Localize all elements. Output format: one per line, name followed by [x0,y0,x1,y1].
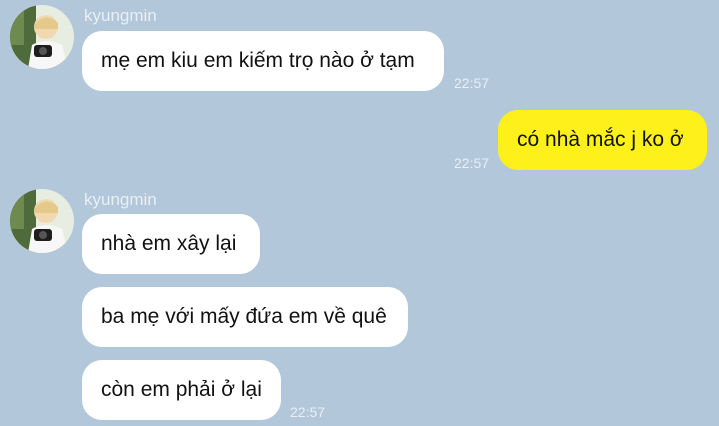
chat-window: kyungmin mẹ em kiu em kiếm trọ nào ở tạm… [0,0,719,426]
sender-avatar[interactable] [10,189,74,253]
message-text: còn em phải ở lại [101,378,262,401]
message-bubble[interactable]: nhà em xây lại [82,214,260,274]
sender-avatar[interactable] [10,5,74,69]
message-text: ba mẹ với mấy đứa em về quê [101,305,387,328]
sender-name: kyungmin [84,6,157,25]
message-bubble[interactable]: có nhà mắc j ko ở [498,110,707,170]
message-text: mẹ em kiu em kiếm trọ nào ở tạm [101,49,415,72]
profile-photo [10,5,74,69]
message-bubble[interactable]: ba mẹ với mấy đứa em về quê [82,287,408,347]
message-text: có nhà mắc j ko ở [517,128,684,151]
profile-photo [10,189,74,253]
message-bubble[interactable]: còn em phải ở lại [82,360,281,420]
message-text: nhà em xây lại [101,232,237,255]
message-timestamp: 22:57 [454,75,490,91]
message-timestamp: 22:57 [454,155,490,171]
message-timestamp: 22:57 [290,404,326,420]
message-bubble[interactable]: mẹ em kiu em kiếm trọ nào ở tạm [82,31,444,91]
sender-name: kyungmin [84,190,157,209]
